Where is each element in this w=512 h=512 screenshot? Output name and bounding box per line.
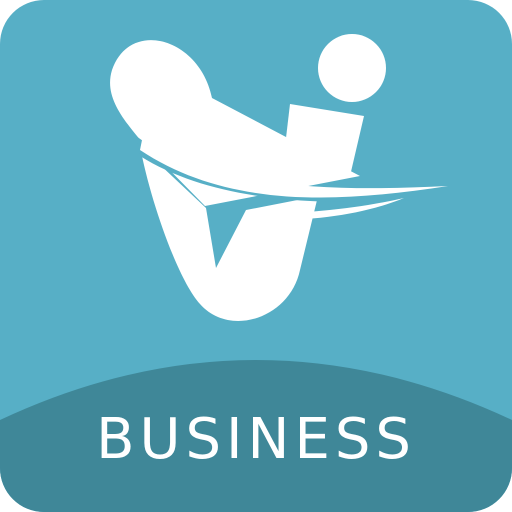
icon-label: BUSINESS (96, 407, 416, 472)
logo-right-stem (282, 104, 364, 176)
app-icon[interactable]: BUSINESS (0, 0, 512, 512)
logo-dot (318, 34, 386, 102)
